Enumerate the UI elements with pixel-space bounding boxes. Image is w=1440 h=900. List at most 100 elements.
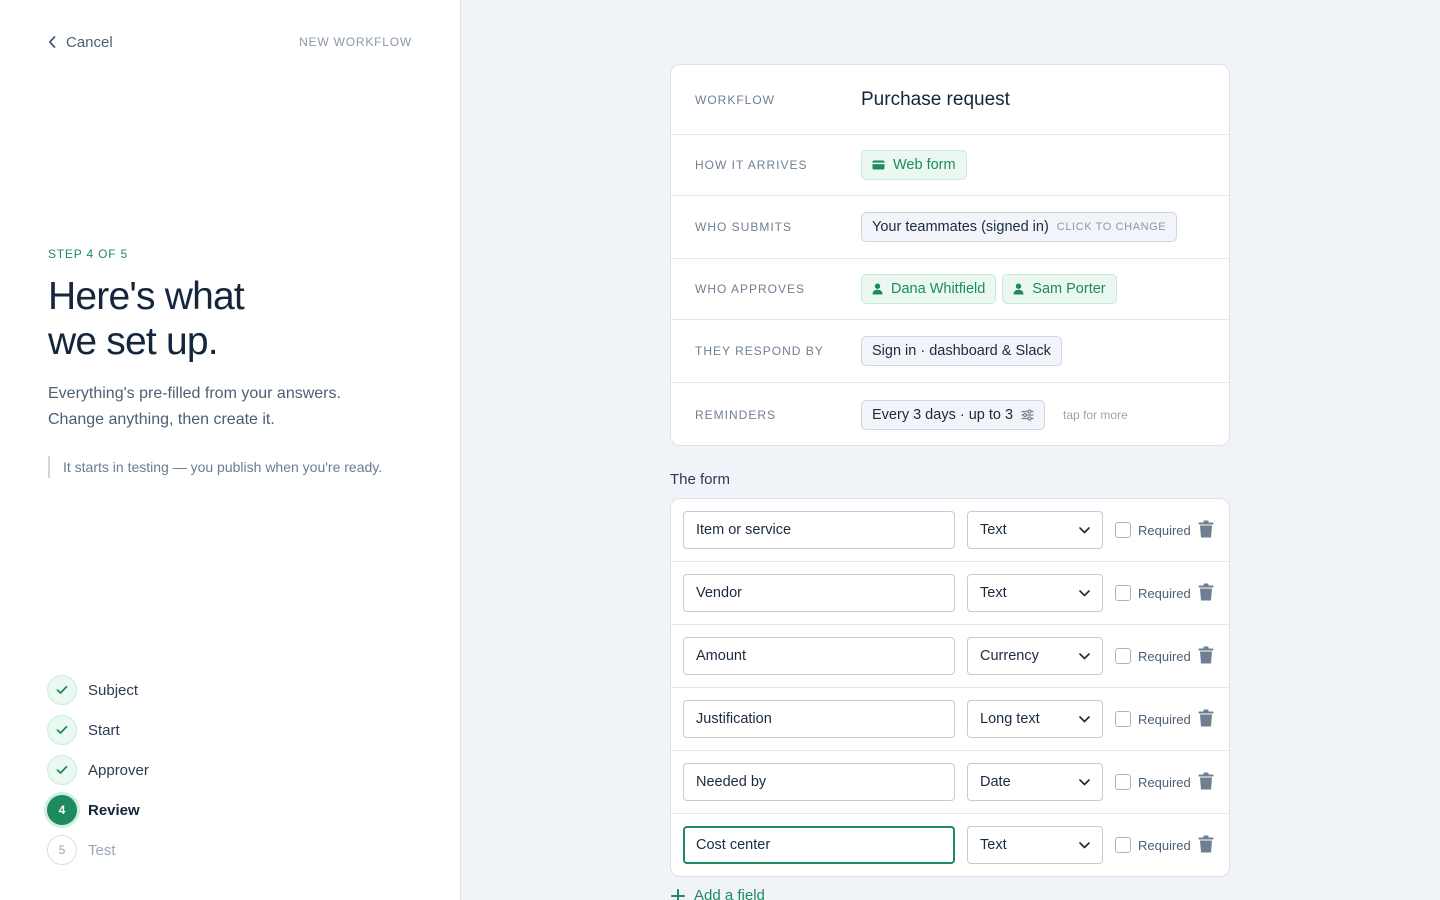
checkbox-box [1115,648,1131,664]
response-method-chip[interactable]: Sign in · dashboard & Slack [861,336,1062,366]
reminders-label: Every 3 days · up to 3 [872,406,1014,423]
field-type-select[interactable]: Text [967,826,1103,864]
chevron-down-icon [1079,526,1090,533]
form-field-row: Text Required [671,562,1229,625]
field-type-value: Long text [980,711,1040,727]
card-icon [872,160,885,170]
trash-icon[interactable] [1198,709,1214,732]
summary-row-approves: WHO APPROVES Dana Whitfield Sam Porter [671,259,1229,320]
chevron-down-icon [1079,841,1090,848]
top-bar: Cancel NEW WORKFLOW [48,32,412,52]
chevron-down-icon [1079,589,1090,596]
submitters-label: Your teammates (signed in) [872,219,1049,235]
summary-label: WHO APPROVES [695,282,806,296]
context-label: NEW WORKFLOW [299,35,412,49]
form-field-row: Text Required [671,814,1229,876]
required-checkbox[interactable]: Required [1115,774,1191,790]
arrival-method-chip[interactable]: Web form [861,150,967,180]
check-icon [56,765,68,774]
testing-note: It starts in testing — you publish when … [48,456,382,478]
step-item-test[interactable]: 5 Test [47,830,149,870]
response-method-label: Sign in · dashboard & Slack [872,343,1051,359]
page-subtitle: Everything's pre-filled from your answer… [48,381,428,433]
left-panel: Cancel NEW WORKFLOW STEP 4 OF 5 Here's w… [0,0,461,900]
required-checkbox[interactable]: Required [1115,522,1191,538]
approver-name: Sam Porter [1032,281,1106,297]
add-field-label: Add a field [694,887,765,900]
required-label: Required [1138,522,1191,538]
required-label: Required [1138,648,1191,664]
required-checkbox[interactable]: Required [1115,585,1191,601]
required-label: Required [1138,837,1191,853]
trash-icon[interactable] [1198,772,1214,795]
change-hint: CLICK TO CHANGE [1056,221,1167,233]
summary-label: REMINDERS [695,407,777,422]
field-type-select[interactable]: Text [967,574,1103,612]
plus-icon [671,888,685,900]
required-checkbox[interactable]: Required [1115,711,1191,727]
step-label: Start [88,721,120,739]
field-name-input[interactable] [683,637,955,675]
field-type-value: Text [980,837,1007,853]
approver-chip[interactable]: Dana Whitfield [861,274,997,304]
step-item-approver[interactable]: Approver [47,750,149,790]
check-icon [56,685,68,694]
trash-icon[interactable] [1198,835,1214,858]
workflow-name[interactable]: Purchase request [861,89,1010,111]
summary-label: WORKFLOW [695,92,775,107]
step-list: Subject Start Approver 4 Review 5 Test [47,670,149,870]
field-type-select[interactable]: Text [967,511,1103,549]
submitters-chip[interactable]: Your teammates (signed in) CLICK TO CHAN… [861,212,1178,242]
subtitle-line-1: Everything's pre-filled from your answer… [48,385,341,402]
step-marker [47,715,77,745]
checkbox-box [1115,837,1131,853]
checkbox-box [1115,585,1131,601]
trash-icon[interactable] [1198,583,1214,606]
title-line-1: Here's what [48,275,245,318]
step-label: Subject [88,681,139,699]
checkbox-box [1115,774,1131,790]
field-name-input[interactable] [683,763,955,801]
step-item-subject[interactable]: Subject [47,670,149,710]
field-type-select[interactable]: Date [967,763,1103,801]
reminders-chip[interactable]: Every 3 days · up to 3 [861,399,1046,430]
field-name-input[interactable] [683,826,955,864]
summary-card: WORKFLOW Purchase request HOW IT ARRIVES… [670,64,1230,446]
check-icon [56,725,68,734]
checkbox-box [1115,522,1131,538]
summary-row-respond: THEY RESPOND BY Sign in · dashboard & Sl… [671,320,1229,383]
field-type-value: Text [980,585,1007,601]
subtitle-line-2: Change anything, then create it. [48,411,275,428]
summary-label: THEY RESPOND BY [695,344,824,358]
form-field-row: Date Required [671,751,1229,814]
step-marker [47,755,77,785]
field-name-input[interactable] [683,574,955,612]
chevron-left-icon [48,36,56,48]
chevron-down-icon [1079,715,1090,722]
field-type-select[interactable]: Currency [967,637,1103,675]
required-checkbox[interactable]: Required [1115,648,1191,664]
trash-icon[interactable] [1198,520,1214,543]
chevron-down-icon [1079,778,1090,785]
form-fields-card: Text Required Text Required Currency Req… [670,498,1230,877]
arrival-method-label: Web form [893,157,956,173]
summary-row-arrives: HOW IT ARRIVES Web form [671,135,1229,196]
trash-icon[interactable] [1198,646,1214,669]
required-checkbox[interactable]: Required [1115,837,1191,853]
field-name-input[interactable] [683,700,955,738]
summary-label: HOW IT ARRIVES [695,158,808,172]
field-type-select[interactable]: Long text [967,700,1103,738]
required-label: Required [1138,711,1191,727]
step-marker [47,675,77,705]
summary-row-workflow: WORKFLOW Purchase request [671,65,1229,135]
add-field-button[interactable]: Add a field [671,887,765,900]
step-item-review[interactable]: 4 Review [47,790,149,830]
form-field-row: Text Required [671,499,1229,562]
step-item-start[interactable]: Start [47,710,149,750]
field-name-input[interactable] [683,511,955,549]
approver-name: Dana Whitfield [891,281,986,297]
cancel-button[interactable]: Cancel [48,34,113,51]
approver-chip[interactable]: Sam Porter [1002,274,1117,304]
required-label: Required [1138,585,1191,601]
field-type-value: Date [980,774,1011,790]
